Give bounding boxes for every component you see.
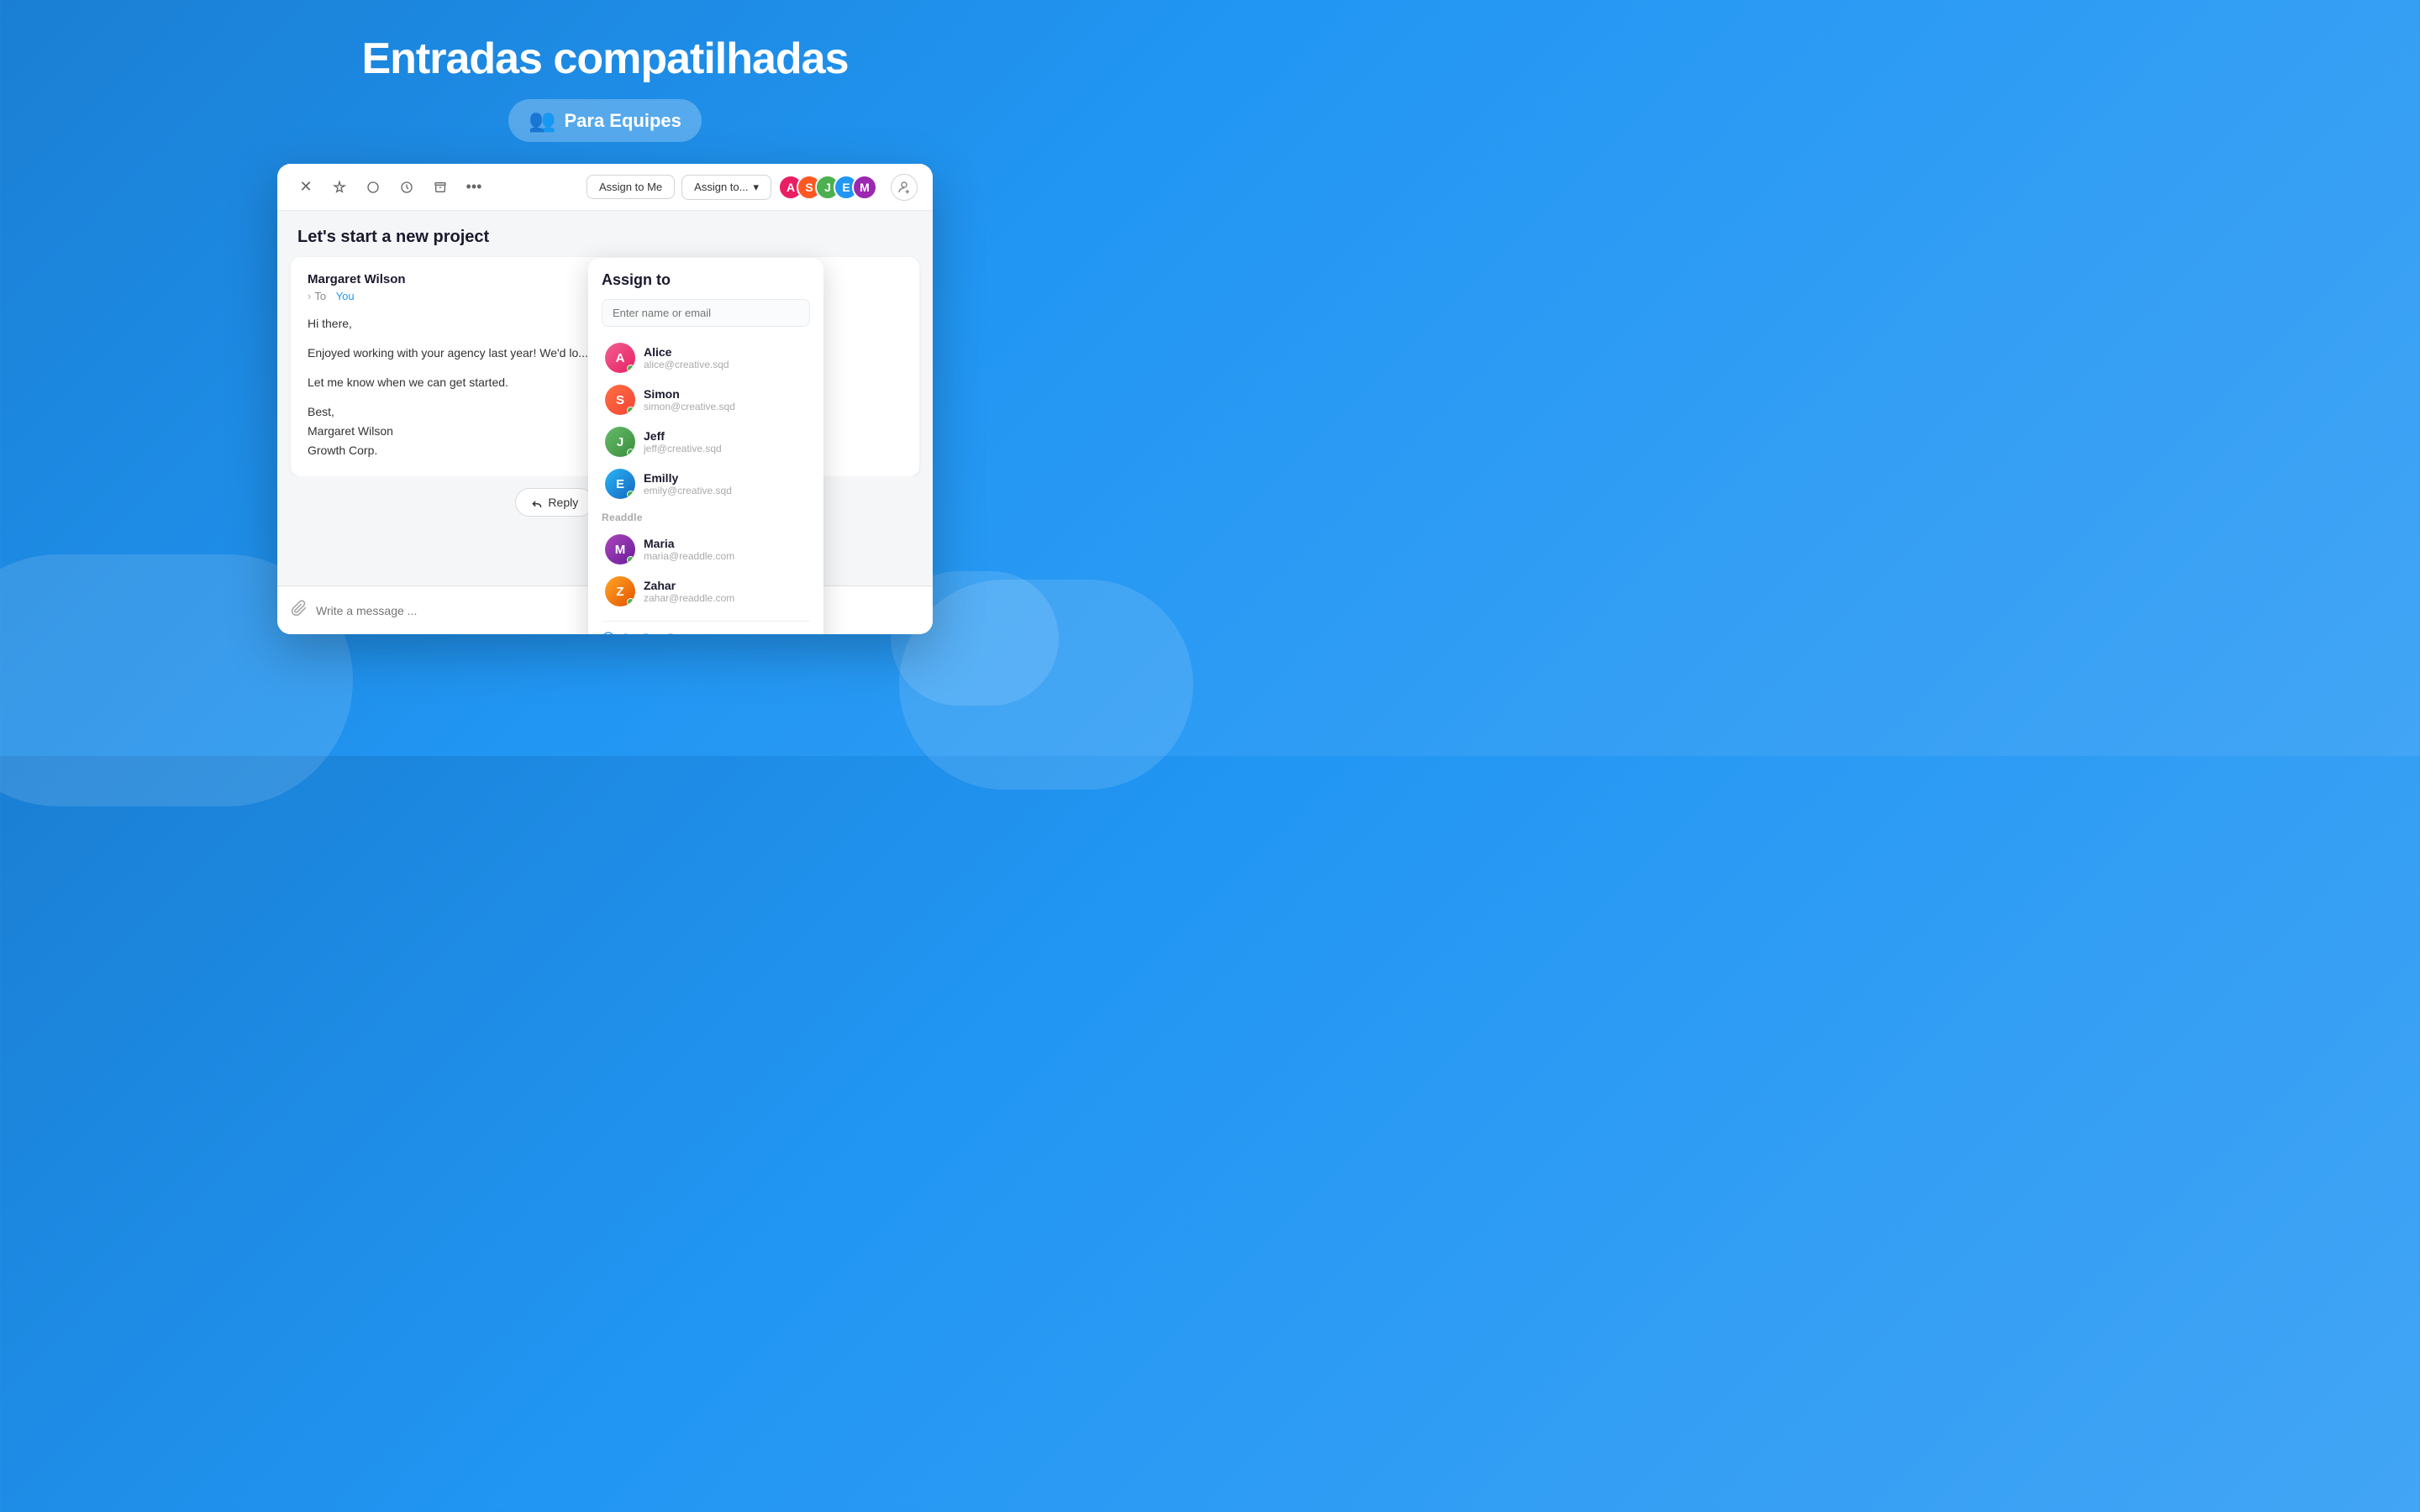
reply-icon	[531, 496, 543, 508]
page-title: Entradas compatilhadas	[361, 34, 848, 84]
assign-user-simon[interactable]: S Simon simon@creative.sqd	[602, 379, 810, 421]
assign-me-button[interactable]: Assign to Me	[587, 175, 675, 199]
online-indicator	[627, 407, 634, 414]
close-button[interactable]: ✕	[292, 174, 319, 201]
pin-button[interactable]	[326, 174, 353, 201]
online-indicator	[627, 365, 634, 372]
assign-dropdown: Assign to A Alice alice@creative.sqd S	[588, 258, 823, 634]
user-simon-name: Simon	[644, 387, 735, 401]
assign-user-emilly[interactable]: E Emilly emily@creative.sqd	[602, 463, 810, 505]
assign-user-alice[interactable]: A Alice alice@creative.sqd	[602, 337, 810, 379]
assign-user-jeff[interactable]: J Jeff jeff@creative.sqd	[602, 421, 810, 463]
chevron-right-icon: ›	[806, 630, 810, 634]
set-due-date-button[interactable]: Set Due Date ›	[602, 621, 810, 634]
assign-to-button[interactable]: Assign to... ▾	[681, 175, 771, 200]
section-readdle: Readdle	[602, 512, 810, 523]
clock-button[interactable]	[393, 174, 420, 201]
avatar-emilly: E	[605, 469, 635, 499]
assign-user-zahar[interactable]: Z Zahar zahar@readdle.com	[602, 570, 810, 612]
attach-icon[interactable]	[291, 600, 308, 622]
reply-button[interactable]: Reply	[515, 488, 594, 517]
due-date-label: Set Due Date	[622, 631, 692, 634]
team-badge: 👥 Para Equipes	[508, 99, 702, 142]
user-maria-name: Maria	[644, 537, 734, 550]
team-icon: 👥	[529, 108, 555, 134]
online-indicator	[627, 491, 634, 498]
avatar-stack: A S J E M	[785, 175, 877, 200]
avatar-5: M	[852, 175, 877, 200]
toolbar: ✕ ••• Assign to Me Assign to... ▾	[277, 164, 933, 211]
assign-search-input[interactable]	[602, 299, 810, 327]
avatar-alice: A	[605, 343, 635, 373]
app-window: ✕ ••• Assign to Me Assign to... ▾	[277, 164, 933, 634]
assign-dropdown-title: Assign to	[602, 271, 810, 289]
online-indicator	[627, 556, 634, 564]
avatar-maria: M	[605, 534, 635, 564]
user-alice-name: Alice	[644, 345, 729, 359]
archive-button[interactable]	[427, 174, 454, 201]
avatar-jeff: J	[605, 427, 635, 457]
online-indicator	[627, 449, 634, 456]
avatar-zahar: Z	[605, 576, 635, 606]
circle-button[interactable]	[360, 174, 387, 201]
avatar-simon: S	[605, 385, 635, 415]
user-emilly-name: Emilly	[644, 471, 732, 485]
to-you-label: You	[336, 290, 355, 302]
user-zahar-email: zahar@readdle.com	[644, 592, 734, 604]
user-simon-email: simon@creative.sqd	[644, 401, 735, 412]
user-alice-email: alice@creative.sqd	[644, 359, 729, 370]
email-subject: Let's start a new project	[277, 211, 933, 257]
team-badge-label: Para Equipes	[564, 110, 681, 132]
chevron-down-icon: ▾	[753, 181, 759, 194]
user-jeff-email: jeff@creative.sqd	[644, 443, 722, 454]
user-emilly-email: emily@creative.sqd	[644, 485, 732, 496]
user-maria-email: maria@readdle.com	[644, 550, 734, 562]
clock-icon	[602, 631, 615, 634]
email-area: Let's start a new project Margaret Wilso…	[277, 211, 933, 634]
chevron-right-icon: ›	[308, 290, 311, 302]
online-indicator	[627, 598, 634, 606]
user-zahar-name: Zahar	[644, 579, 734, 592]
assign-user-maria[interactable]: M Maria maria@readdle.com	[602, 528, 810, 570]
more-button[interactable]: •••	[460, 174, 487, 201]
add-member-button[interactable]	[891, 174, 918, 201]
user-jeff-name: Jeff	[644, 429, 722, 443]
